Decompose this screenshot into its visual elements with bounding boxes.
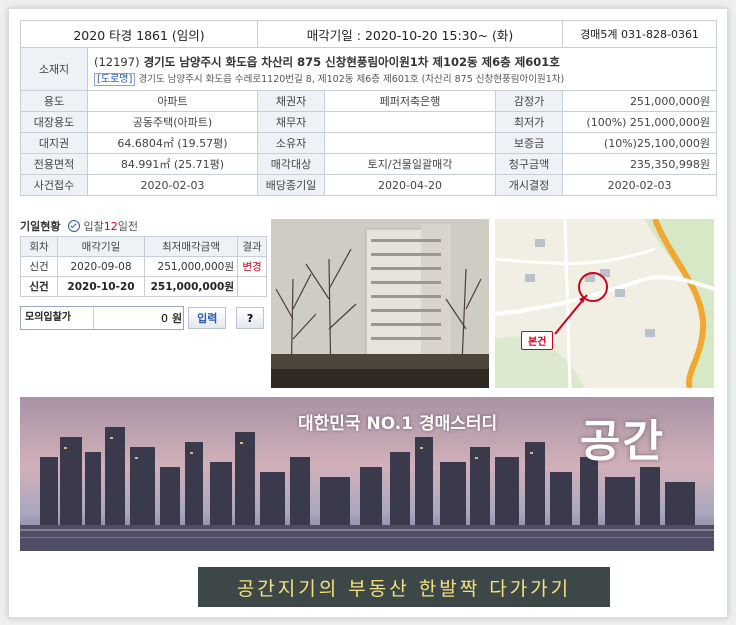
lot-address: 경기도 남양주시 화도읍 차산리 875 신창현풍림아이원1차 제102동 제6… [143,54,560,69]
round-cell: 신건 [20,256,58,277]
apartment-building-image [271,219,489,388]
label-ledger-usage: 대장용도 [20,111,88,133]
value-dividend-deadline: 2020-04-20 [324,174,497,196]
info-row: 대장용도 공동주택(아파트) 채무자 최저가 (100%) 251,000,00… [20,111,718,133]
property-photo [271,219,489,388]
case-number: 2020 타경 1861 (임의) [19,20,259,48]
label-claim-amount: 청구금액 [495,153,564,175]
label-dividend-deadline: 배당종기일 [257,174,326,196]
col-result: 결과 [237,236,267,257]
schedule-title: 기일현황 [20,220,61,233]
col-round: 회차 [20,236,58,257]
value-deposit: (10%)25,100,000원 [562,132,718,154]
label-minimum-price: 최저가 [495,111,564,133]
label-exclusive-area: 전용면적 [20,153,88,175]
value-land-right: 64.6804㎡ (19.57평) [86,132,259,154]
map-graphic [495,219,714,388]
value-owner [324,132,497,154]
value-debtor [324,111,497,133]
result-cell: 변경 [237,256,267,277]
price-cell: 251,000,000원 [144,256,238,277]
table-row: 신건 2020-09-08 251,000,000원 변경 [20,256,267,277]
mock-bid-panel: 모의입찰가 원 입력 ? [20,305,265,331]
info-row: 대지권 64.6804㎡ (19.57평) 소유자 보증금 (10%)25,10… [20,132,718,154]
footer-banner: 공간지기의 부동산 한발짝 다가가기 [198,567,610,607]
col-price: 최저매각금액 [144,236,238,257]
result-cell [237,276,267,297]
value-usage: 아파트 [86,90,259,112]
value-claim-amount: 235,350,998원 [562,153,718,175]
promo-banner[interactable]: 대한민국 NO.1 경매스터디 공간 [20,397,714,551]
table-row: 신건 2020-10-20 251,000,000원 [20,276,267,297]
info-row: 사건접수 2020-02-03 배당종기일 2020-04-20 개시결정 20… [20,174,718,196]
schedule-table: 회차 매각기일 최저매각금액 결과 신건 2020-09-08 251,000,… [20,236,267,297]
label-debtor: 채무자 [257,111,326,133]
bid-countdown-days: 12 [103,219,118,233]
check-circle-icon [68,220,81,232]
footer-text: 공간지기의 부동산 한발짝 다가가기 [236,577,572,600]
value-minimum-price: (100%) 251,000,000원 [562,111,718,133]
round-cell: 신건 [20,276,58,297]
label-appraisal: 감정가 [495,90,564,112]
banner-slogan: 대한민국 NO.1 경매스터디 [298,414,498,434]
value-sale-target: 토지/건물일괄매각 [324,153,497,175]
location-map[interactable]: 본건 [495,219,714,388]
label-case-receipt: 사건접수 [20,174,88,196]
location-value: (12197) 경기도 남양주시 화도읍 차산리 875 신창현풍림아이원1차 … [86,47,718,91]
schedule-header-row: 회차 매각기일 최저매각금액 결과 [20,236,267,257]
value-appraisal: 251,000,000원 [562,90,718,112]
bid-countdown-prefix: 입찰 [83,220,104,233]
info-row: 전용면적 84.991㎡ (25.71평) 매각대상 토지/건물일괄매각 청구금… [20,153,718,175]
label-commencement: 개시결정 [495,174,564,196]
price-cell: 251,000,000원 [144,276,238,297]
banner-brand: 공간 [580,416,665,467]
date-cell: 2020-09-08 [57,256,145,277]
label-land-right: 대지권 [20,132,88,154]
value-creditor: 페퍼저축은행 [324,90,497,112]
label-usage: 용도 [20,90,88,112]
info-row: 용도 아파트 채권자 페퍼저축은행 감정가 251,000,000원 [20,90,718,112]
label-creditor: 채권자 [257,90,326,112]
location-row: 소재지 (12197) 경기도 남양주시 화도읍 차산리 875 신창현풍림아이… [20,47,718,91]
mock-bid-help-button[interactable]: ? [236,307,265,329]
label-sale-target: 매각대상 [257,153,326,175]
road-address: 경기도 남양주시 화도읍 수레로1120번길 8, 제102동 제6층 제601… [138,73,565,85]
road-address-tag[interactable]: [도로명] [94,72,136,86]
court-contact: 경매5계 031-828-0361 [562,20,718,48]
value-commencement: 2020-02-03 [562,174,718,196]
col-date: 매각기일 [57,236,145,257]
value-ledger-usage: 공동주택(아파트) [86,111,259,133]
date-cell: 2020-10-20 [57,276,145,297]
value-exclusive-area: 84.991㎡ (25.71평) [86,153,259,175]
mock-bid-input[interactable] [94,308,172,328]
schedule-header: 기일현황 입찰 12 일전 [20,217,138,235]
sale-date: 매각기일 : 2020-10-20 15:30~ (화) [257,20,564,48]
mock-bid-submit-button[interactable]: 입력 [188,307,227,329]
value-case-receipt: 2020-02-03 [86,174,259,196]
mock-bid-unit: 원 [172,312,183,325]
label-deposit: 보증금 [495,132,564,154]
case-header-row: 2020 타경 1861 (임의) 매각기일 : 2020-10-20 15:3… [19,20,718,48]
location-label: 소재지 [20,47,88,91]
mock-bid-box: 모의입찰가 원 [20,306,185,330]
mock-bid-label: 모의입찰가 [21,307,94,329]
bid-countdown-suffix: 일전 [117,220,138,233]
case-info-table: 2020 타경 1861 (임의) 매각기일 : 2020-10-20 15:3… [19,20,718,196]
map-marker-label: 본건 [521,331,554,350]
label-owner: 소유자 [257,132,326,154]
zip-code: (12197) [94,54,140,69]
